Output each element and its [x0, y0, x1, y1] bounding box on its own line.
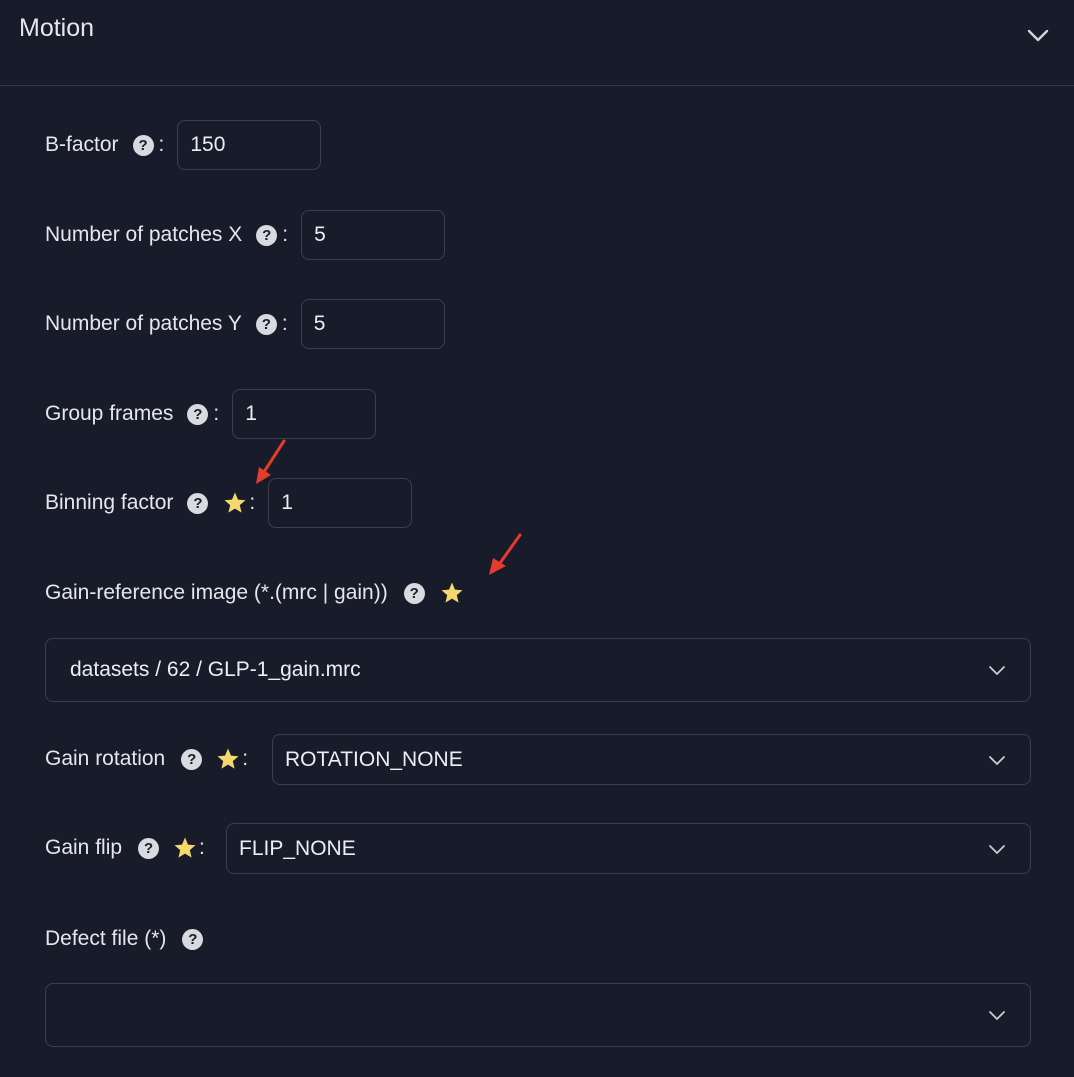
- group-frames-help-icon[interactable]: ?: [187, 403, 209, 425]
- gain-rotation-colon: :: [242, 747, 249, 770]
- patches-x-input[interactable]: 5: [301, 210, 446, 260]
- binning-factor-colon: :: [249, 491, 256, 514]
- motion-panel: Motion B-factor ? : 150 Number of patche…: [0, 0, 1074, 1077]
- group-frames-input[interactable]: 1: [232, 389, 377, 439]
- patches-x-colon: :: [282, 223, 289, 246]
- panel-header[interactable]: Motion: [0, 0, 1074, 86]
- defect-file-select[interactable]: [45, 983, 1031, 1047]
- patches-x-label: Number of patches X: [45, 223, 243, 246]
- patches-x-row: Number of patches X ? : 5: [45, 210, 446, 260]
- defect-file-row: Defect file (*) ?: [45, 914, 204, 964]
- gain-reference-help-icon[interactable]: ?: [403, 582, 425, 604]
- binning-factor-star-icon: [224, 492, 246, 513]
- gain-reference-value: datasets / 62 / GLP-1_gain.mrc: [70, 658, 361, 681]
- binning-factor-help-icon[interactable]: ?: [187, 492, 209, 514]
- gain-flip-value: FLIP_NONE: [239, 836, 356, 860]
- patches-x-help-icon[interactable]: ?: [256, 224, 278, 246]
- gain-flip-label: Gain flip: [45, 836, 123, 859]
- patches-y-colon: :: [281, 312, 288, 335]
- binning-factor-label: Binning factor: [45, 491, 174, 514]
- gain-rotation-value: ROTATION_NONE: [285, 747, 463, 771]
- binning-factor-input[interactable]: 1: [268, 478, 413, 528]
- panel-title: Motion: [19, 14, 95, 42]
- group-frames-colon: :: [213, 402, 220, 425]
- gain-flip-select[interactable]: FLIP_NONE: [226, 823, 1031, 874]
- defect-file-help-icon[interactable]: ?: [182, 928, 204, 950]
- chevron-down-icon: [989, 755, 1005, 765]
- gain-flip-colon: :: [199, 836, 205, 859]
- patches-y-help-icon[interactable]: ?: [255, 313, 277, 335]
- bfactor-row: B-factor ? : 150: [45, 120, 322, 170]
- chevron-down-icon: [989, 666, 1005, 675]
- gain-rotation-help-icon[interactable]: ?: [181, 748, 203, 770]
- annotation-arrow-gain-reference: [489, 533, 522, 575]
- bfactor-colon: :: [158, 133, 165, 156]
- group-frames-row: Group frames ? : 1: [45, 389, 377, 439]
- defect-file-label: Defect file (*): [45, 927, 167, 950]
- gain-rotation-row: Gain rotation ? :: [45, 734, 260, 784]
- patches-y-row: Number of patches Y ? : 5: [45, 299, 445, 349]
- collapse-chevron-icon[interactable]: [1024, 22, 1052, 48]
- bfactor-input[interactable]: 150: [177, 120, 322, 170]
- gain-reference-select[interactable]: datasets / 62 / GLP-1_gain.mrc: [45, 638, 1031, 702]
- gain-rotation-select[interactable]: ROTATION_NONE: [272, 734, 1031, 785]
- gain-flip-row: Gain flip ? :: [45, 823, 218, 873]
- bfactor-label: B-factor: [45, 133, 119, 156]
- gain-flip-help-icon[interactable]: ?: [138, 837, 160, 859]
- group-frames-label: Group frames: [45, 402, 174, 425]
- gain-rotation-label: Gain rotation: [45, 747, 166, 770]
- chevron-down-icon: [989, 1011, 1005, 1020]
- patches-y-input[interactable]: 5: [300, 299, 445, 349]
- gain-rotation-star-icon: [217, 748, 239, 769]
- gain-reference-star-icon: [441, 582, 463, 603]
- gain-flip-star-icon: [174, 837, 196, 858]
- gain-reference-row: Gain-reference image (*.(mrc | gain)) ?: [45, 568, 464, 618]
- patches-y-label: Number of patches Y: [45, 312, 242, 335]
- chevron-down-icon: [989, 844, 1005, 854]
- bfactor-help-icon[interactable]: ?: [132, 134, 154, 156]
- binning-factor-row: Binning factor ? : 1: [45, 478, 413, 528]
- gain-reference-label: Gain-reference image (*.(mrc | gain)): [45, 581, 388, 604]
